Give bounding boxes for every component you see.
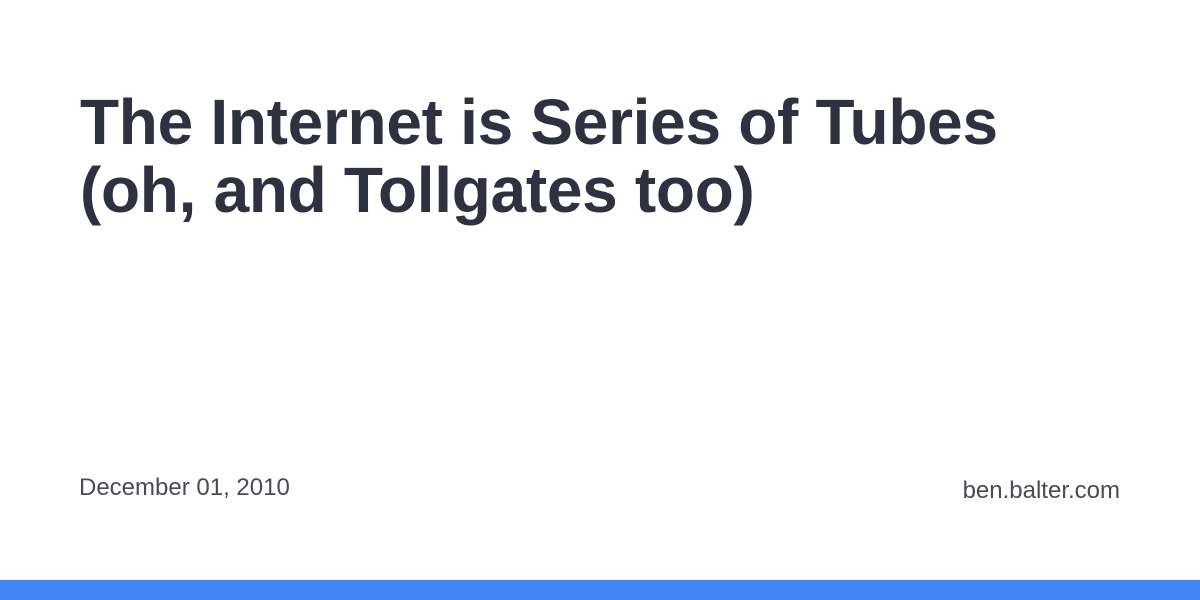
site-link[interactable]: ben.balter.com <box>963 477 1120 505</box>
post-title: The Internet is Series of Tubes (oh, and… <box>80 86 998 226</box>
accent-bar <box>0 580 1200 600</box>
post-date: December 01, 2010 <box>79 474 290 501</box>
social-card: The Internet is Series of Tubes (oh, and… <box>0 0 1200 600</box>
